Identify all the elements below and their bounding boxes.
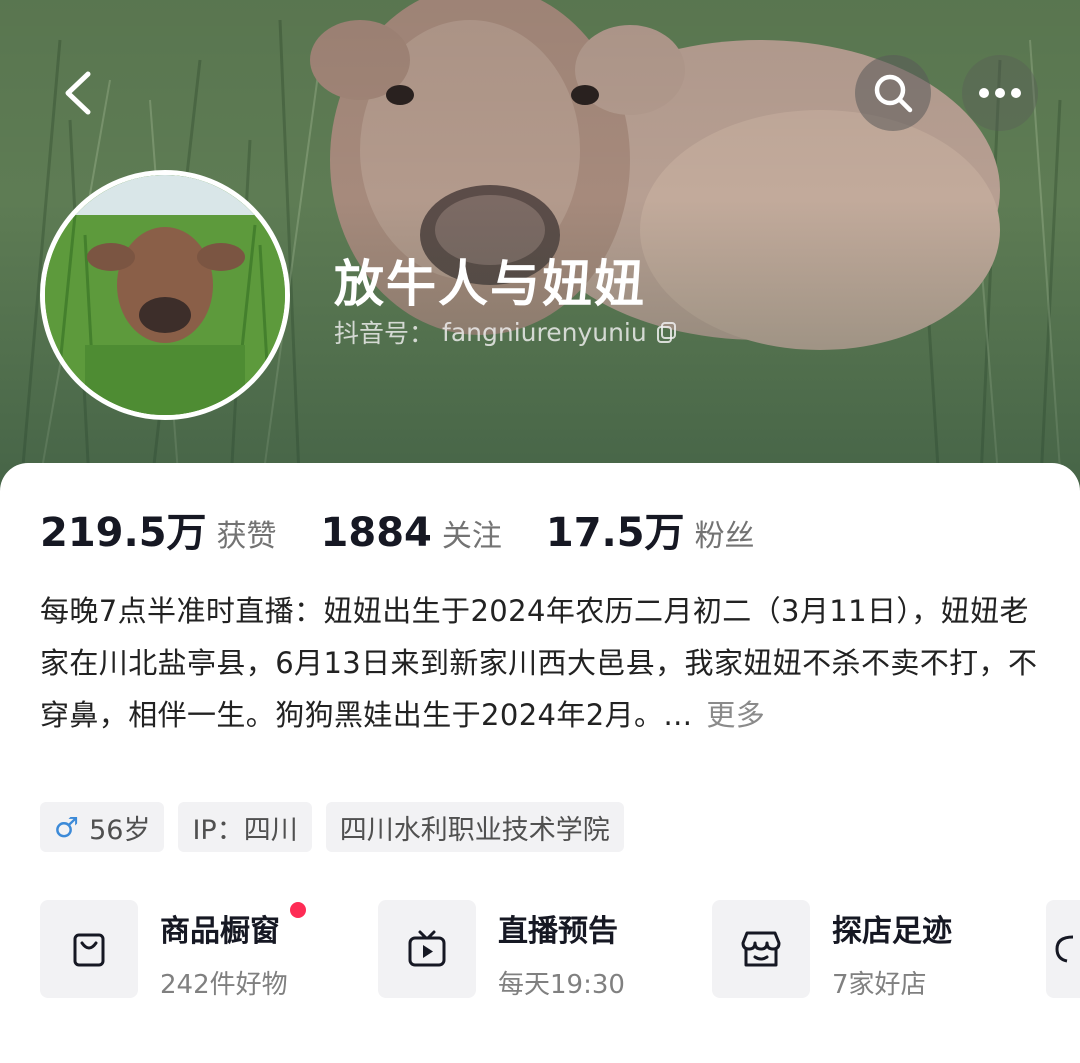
service-icon-box <box>378 900 476 998</box>
more-options-button[interactable] <box>962 55 1038 131</box>
profile-stats: 219.5万 获赞 1884 关注 17.5万 粉丝 <box>40 500 799 558</box>
service-title: 探店足迹 <box>832 914 952 949</box>
back-button[interactable] <box>42 58 112 128</box>
search-icon <box>874 74 913 113</box>
chevron-left-icon <box>65 71 91 115</box>
bio-more-link[interactable]: 更多 <box>706 698 765 732</box>
service-store-visits[interactable]: 探店足迹 7家好店 <box>712 900 952 1001</box>
service-text: 直播预告 每天19:30 <box>498 900 625 1001</box>
male-icon: ♂ <box>54 810 80 844</box>
service-text: 探店足迹 7家好店 <box>832 900 952 1001</box>
stat-label: 关注 <box>441 519 502 554</box>
service-product-window[interactable]: 商品橱窗 242件好物 <box>40 900 306 1001</box>
stat-value: 17.5万 <box>545 510 685 556</box>
bio-text: 每晚7点半准时直播：妞妞出生于2024年农历二月初二（3月11日），妞妞老家在川… <box>40 594 1038 732</box>
notification-dot <box>289 902 306 918</box>
tv-icon <box>408 930 446 967</box>
avatar-image <box>45 175 285 415</box>
stat-label: 粉丝 <box>694 519 755 554</box>
service-subtitle: 每天19:30 <box>498 970 625 1000</box>
avatar[interactable] <box>40 170 290 420</box>
stat-followers[interactable]: 17.5万 粉丝 <box>546 500 755 558</box>
service-icon-box <box>1046 900 1080 998</box>
chat-bubble-icon <box>1055 935 1073 963</box>
tag-gender-age: ♂ 56岁 <box>40 802 165 852</box>
stat-label: 获赞 <box>216 519 277 554</box>
account-label: 抖音号： <box>334 319 435 348</box>
service-live-schedule[interactable]: 直播预告 每天19:30 <box>378 900 625 1001</box>
stat-value: 1884 <box>320 510 432 556</box>
profile-bio[interactable]: 每晚7点半准时直播：妞妞出生于2024年农历二月初二（3月11日），妞妞老家在川… <box>40 585 1040 741</box>
service-more-partial[interactable] <box>1046 900 1080 998</box>
store-icon <box>741 931 781 967</box>
profile-nickname: 放牛人与妞妞 <box>334 255 646 313</box>
account-id-row: 抖音号： fangniurenyuniu <box>334 314 679 350</box>
search-button[interactable] <box>855 55 931 131</box>
more-dots-icon <box>979 88 1021 98</box>
service-subtitle: 242件好物 <box>160 970 288 1000</box>
service-title: 商品橱窗 <box>160 914 280 949</box>
account-id: fangniurenyuniu <box>442 317 647 347</box>
copy-icon[interactable] <box>655 320 679 344</box>
service-icon-box <box>40 900 138 998</box>
age-text: 56岁 <box>89 814 151 846</box>
service-subtitle: 7家好店 <box>832 970 927 1000</box>
service-text: 商品橱窗 242件好物 <box>160 900 306 1001</box>
profile-tags: ♂ 56岁 IP：四川 四川水利职业技术学院 <box>40 802 624 852</box>
service-icon-box <box>712 900 810 998</box>
tag-school[interactable]: 四川水利职业技术学院 <box>325 802 624 852</box>
tag-ip: IP：四川 <box>178 802 312 852</box>
stat-likes[interactable]: 219.5万 获赞 <box>40 500 277 558</box>
shopping-bag-icon <box>73 933 105 967</box>
stat-value: 219.5万 <box>40 510 207 556</box>
service-title: 直播预告 <box>498 914 618 949</box>
stat-following[interactable]: 1884 关注 <box>321 510 502 556</box>
